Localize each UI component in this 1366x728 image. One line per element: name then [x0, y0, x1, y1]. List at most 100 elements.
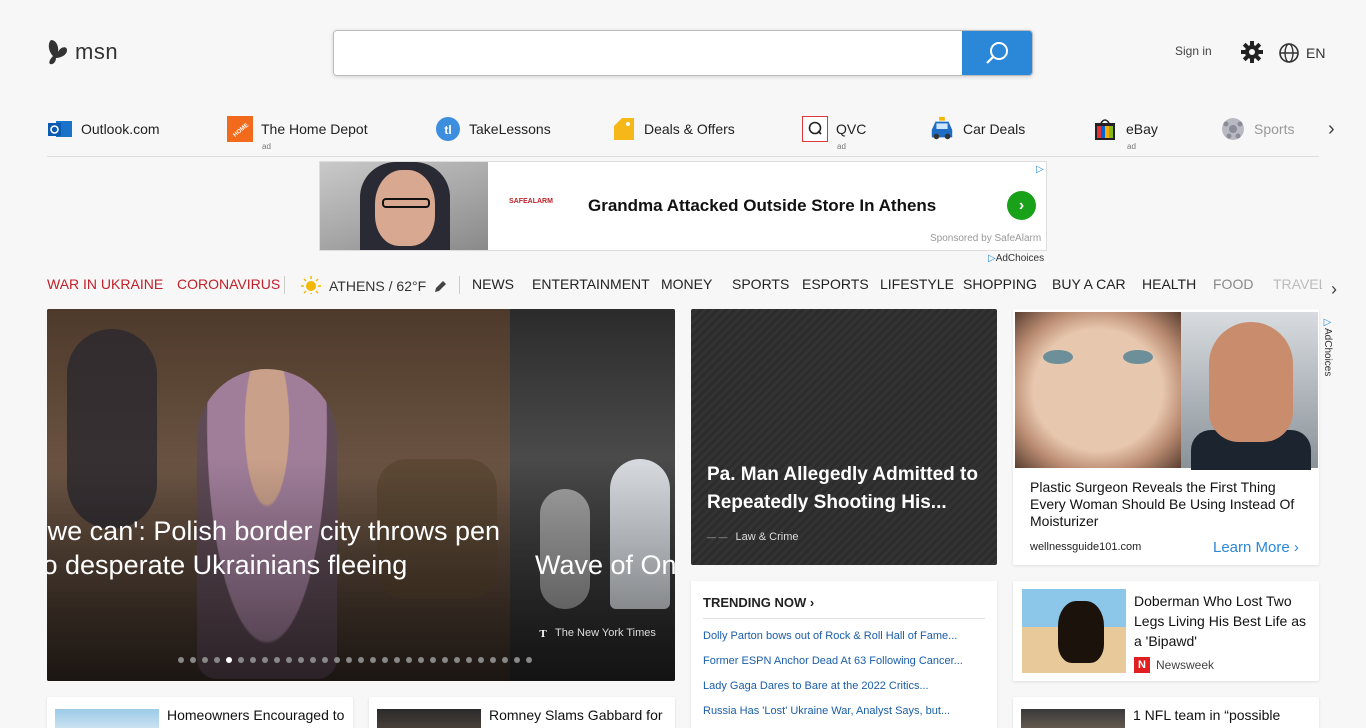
sign-in-link[interactable]: Sign in	[1175, 44, 1212, 58]
carousel-dot[interactable]	[250, 657, 256, 663]
gear-icon	[1241, 41, 1263, 63]
quicklinks-next-chevron-icon[interactable]: ›	[1328, 118, 1335, 141]
category-next-chevron-icon[interactable]: ›	[1331, 279, 1337, 300]
trending-link[interactable]: Former ESPN Anchor Dead At 63 Following …	[703, 655, 985, 667]
trending-link[interactable]: Lady Gaga Dares to Bare at the 2022 Crit…	[703, 680, 985, 692]
nav-divider	[459, 276, 460, 294]
carousel-dot[interactable]	[430, 657, 436, 663]
carousel-dot[interactable]	[346, 657, 352, 663]
carousel-dot[interactable]	[394, 657, 400, 663]
story-source: N Newsweek	[1134, 657, 1214, 673]
carousel-dot[interactable]	[454, 657, 460, 663]
nav-sports[interactable]: SPORTS	[732, 276, 789, 292]
nav-news[interactable]: NEWS	[472, 276, 514, 292]
story-card-nfl[interactable]: 1 NFL team in “possible	[1013, 697, 1319, 728]
quicklink-outlook[interactable]: Outlook.com	[47, 116, 160, 142]
story-card-doberman[interactable]: Doberman Who Lost Two Legs Living His Be…	[1013, 581, 1319, 681]
story-headline[interactable]: Homeowners Encouraged to	[167, 707, 344, 723]
carousel-dot[interactable]	[418, 657, 424, 663]
sidebar-ad[interactable]: Plastic Surgeon Reveals the First Thing …	[1013, 309, 1319, 565]
nav-food[interactable]: FOOD	[1213, 276, 1253, 292]
quicklink-sports[interactable]: Sports	[1220, 116, 1294, 142]
story-card-romney[interactable]: Romney Slams Gabbard for	[369, 697, 675, 728]
sun-icon	[301, 276, 321, 294]
ad-headline[interactable]: Plastic Surgeon Reveals the First Thing …	[1030, 479, 1310, 530]
carousel-dot[interactable]	[334, 657, 340, 663]
learn-more-button[interactable]: Learn More ›	[1213, 539, 1299, 556]
carousel-dot[interactable]	[322, 657, 328, 663]
adchoices-side-label: AdChoices	[1322, 328, 1333, 377]
nav-entertainment[interactable]: ENTERTAINMENT	[532, 276, 650, 292]
search-button[interactable]	[962, 31, 1032, 75]
nav-buy-a-car[interactable]: BUY A CAR	[1052, 276, 1126, 292]
carousel-dot[interactable]	[466, 657, 472, 663]
quicklink-qvc[interactable]: QVC ad	[802, 116, 866, 151]
quicklink-ebay[interactable]: eBay ad	[1092, 116, 1158, 151]
carousel-dot[interactable]	[526, 657, 532, 663]
hero-headline-2[interactable]: Wave of On Lockdowns	[535, 548, 675, 582]
banner-ad-title[interactable]: Grandma Attacked Outside Store In Athens	[588, 196, 936, 216]
carousel-dot[interactable]	[514, 657, 520, 663]
trending-link[interactable]: Dolly Parton bows out of Rock & Roll Hal…	[703, 630, 985, 642]
story-headline[interactable]: 1 NFL team in “possible	[1133, 707, 1280, 723]
quicklink-home-depot[interactable]: HOME The Home Depot ad	[227, 116, 368, 151]
carousel-dot[interactable]	[238, 657, 244, 663]
top-banner-ad[interactable]: SAFEALARM Grandma Attacked Outside Store…	[319, 161, 1047, 251]
banner-go-button[interactable]: ›	[1007, 191, 1036, 220]
carousel-dot[interactable]	[178, 657, 184, 663]
hero-headline-1[interactable]: ' we can': Polish border city throws pen…	[47, 514, 505, 582]
carousel-dots	[178, 657, 532, 663]
story-image	[55, 709, 159, 728]
carousel-dot[interactable]	[382, 657, 388, 663]
carousel-dot[interactable]	[202, 657, 208, 663]
language-selector[interactable]: EN	[1278, 42, 1325, 64]
carousel-dot[interactable]	[190, 657, 196, 663]
carousel-dot[interactable]	[358, 657, 364, 663]
nav-money[interactable]: MONEY	[661, 276, 712, 292]
nav-travel[interactable]: TRAVEL	[1273, 276, 1322, 292]
settings-button[interactable]	[1241, 41, 1263, 68]
carousel-dot[interactable]	[274, 657, 280, 663]
trending-link[interactable]: Russia Has 'Lost' Ukraine War, Analyst S…	[703, 705, 985, 717]
carousel-dot[interactable]	[370, 657, 376, 663]
carousel-dot[interactable]	[406, 657, 412, 663]
nav-shopping[interactable]: SHOPPING	[963, 276, 1037, 292]
quicklink-car-deals[interactable]: Car Deals	[929, 116, 1025, 142]
quicklink-deals[interactable]: Deals & Offers	[610, 116, 735, 142]
nyt-logo-icon: T	[539, 628, 547, 639]
weather-widget[interactable]: ATHENS / 62°F	[301, 276, 447, 294]
story-headline[interactable]: Romney Slams Gabbard for	[489, 707, 663, 723]
story-card-pa-man[interactable]: Pa. Man Allegedly Admitted to Repeatedly…	[691, 309, 997, 565]
pencil-icon[interactable]	[434, 280, 447, 293]
hero-source: T The New York Times	[537, 627, 656, 639]
adchoices-link[interactable]: ▷AdChoices	[988, 253, 1044, 264]
msn-logo[interactable]: msn	[47, 38, 118, 66]
nav-war-in-ukraine[interactable]: WAR IN UKRAINE	[47, 276, 163, 292]
carousel-dot[interactable]	[262, 657, 268, 663]
carousel-dot[interactable]	[502, 657, 508, 663]
carousel-dot[interactable]	[490, 657, 496, 663]
nav-esports[interactable]: ESPORTS	[802, 276, 869, 292]
search-input[interactable]	[334, 31, 962, 75]
adchoices-side-link[interactable]: ▷AdChoices	[1322, 317, 1333, 376]
story-card-homeowners[interactable]: Homeowners Encouraged to	[47, 697, 353, 728]
adchoices-label: AdChoices	[995, 253, 1045, 264]
quicklink-takelessons[interactable]: tl TakeLessons	[435, 116, 551, 142]
hero-carousel[interactable]: ' we can': Polish border city throws pen…	[47, 309, 675, 681]
quicklink-label: eBay	[1126, 121, 1158, 137]
carousel-dot[interactable]	[310, 657, 316, 663]
nav-health[interactable]: HEALTH	[1142, 276, 1196, 292]
story-headline[interactable]: Pa. Man Allegedly Admitted to Repeatedly…	[707, 461, 987, 517]
carousel-dot[interactable]	[214, 657, 220, 663]
adchoices-triangle-icon[interactable]: ▷	[1036, 164, 1044, 175]
story-headline[interactable]: Doberman Who Lost Two Legs Living His Be…	[1134, 591, 1314, 651]
nav-coronavirus[interactable]: CORONAVIRUS	[177, 276, 280, 292]
carousel-dot[interactable]	[442, 657, 448, 663]
carousel-dot[interactable]	[478, 657, 484, 663]
carousel-dot[interactable]	[286, 657, 292, 663]
trending-heading[interactable]: TRENDING NOW ›	[703, 595, 814, 610]
carousel-dot[interactable]	[226, 657, 232, 663]
carousel-dot[interactable]	[298, 657, 304, 663]
nav-lifestyle[interactable]: LIFESTYLE	[880, 276, 954, 292]
quicklink-label: Sports	[1254, 121, 1295, 137]
